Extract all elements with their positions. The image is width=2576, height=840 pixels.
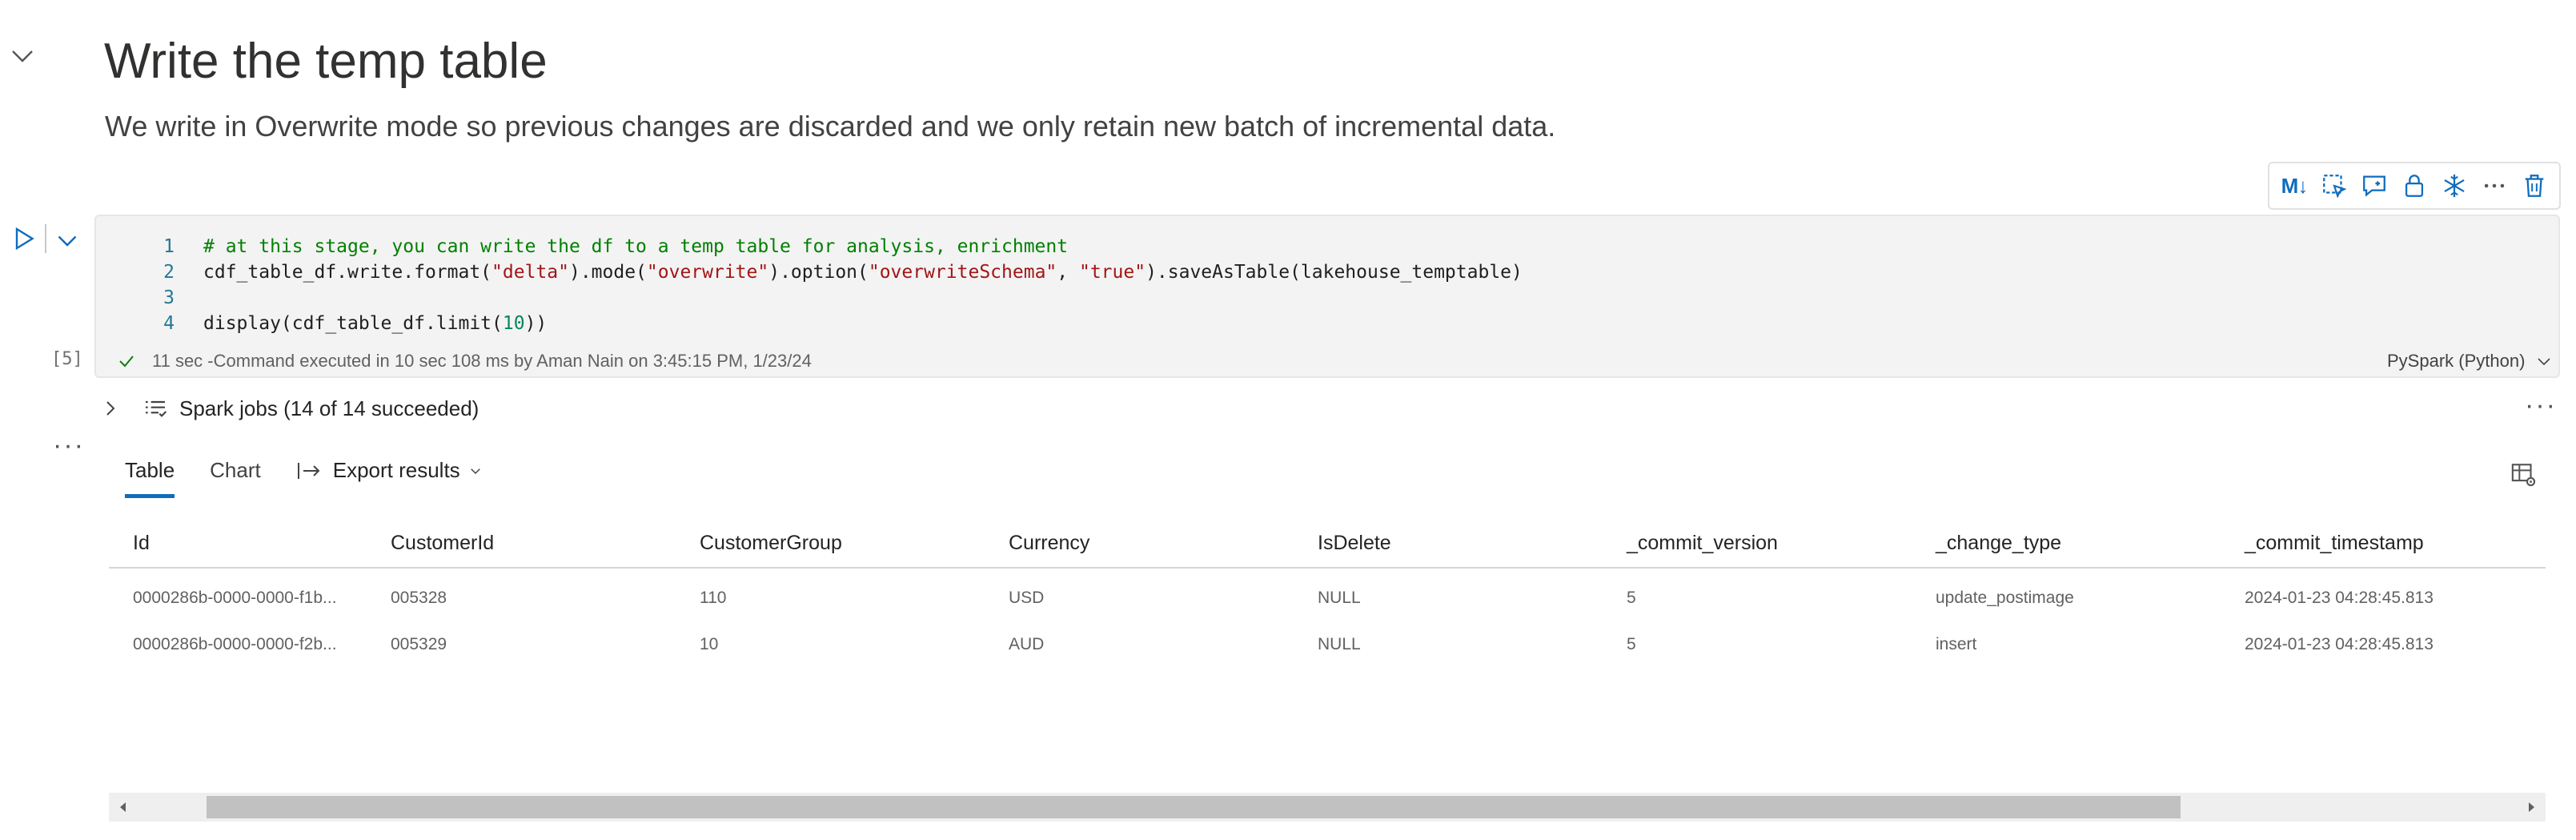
chevron-down-icon <box>58 235 77 247</box>
table-cell[interactable]: update_postimage <box>1912 568 2221 621</box>
line-number: 1 <box>163 236 175 257</box>
scroll-right-icon[interactable] <box>2523 799 2539 815</box>
execution-count: [5] <box>51 349 83 369</box>
export-results-label: Export results <box>332 458 460 482</box>
results-table: Id CustomerId CustomerGroup Currency IsDelet… <box>109 519 2546 668</box>
line-number: 3 <box>163 287 175 308</box>
code-line: 3 <box>144 285 203 311</box>
code-token: ).saveAsTable(lakehouse_temptable) <box>1146 262 1523 283</box>
code-token: cdf_table_df.write.format( <box>203 262 492 283</box>
column-header[interactable]: Currency <box>985 519 1294 569</box>
table-header-row: Id CustomerId CustomerGroup Currency IsDelet… <box>109 519 2546 569</box>
code-token: , <box>1057 262 1079 283</box>
table-cell[interactable]: 0000286b-0000-0000-f2b... <box>109 621 367 668</box>
export-arrow-icon <box>297 462 320 479</box>
spark-more-icon[interactable]: ··· <box>2525 392 2557 419</box>
delete-cell-button[interactable] <box>2517 168 2552 203</box>
column-header[interactable]: _commit_version <box>1603 519 1912 569</box>
code-token: ).option( <box>768 262 869 283</box>
code-token: )) <box>524 313 548 334</box>
line-number: 4 <box>163 313 175 334</box>
output-more-icon[interactable]: ··· <box>53 432 85 459</box>
scrollbar-thumb[interactable] <box>207 796 2181 818</box>
trash-icon <box>2525 175 2544 197</box>
convert-to-markdown-button[interactable]: M↓ <box>2277 168 2312 203</box>
code-token: 10 <box>502 313 525 334</box>
lock-icon <box>2405 175 2424 197</box>
export-results-button[interactable]: Export results <box>296 458 483 494</box>
table-cell[interactable]: 2024-01-23 04:28:45.813 <box>2221 621 2546 668</box>
table-cell[interactable]: 5 <box>1603 621 1912 668</box>
collapse-section-chevron-icon[interactable] <box>8 42 37 70</box>
language-label: PySpark (Python) <box>2387 351 2526 371</box>
table-cell[interactable]: 10 <box>676 621 985 668</box>
column-header[interactable]: CustomerId <box>367 519 676 569</box>
code-token: "overwrite" <box>646 262 769 283</box>
add-comment-button[interactable] <box>2357 168 2392 203</box>
success-check-icon <box>119 356 134 368</box>
column-header[interactable]: CustomerGroup <box>676 519 985 569</box>
markdown-icon: M↓ <box>2281 173 2309 198</box>
chevron-right-icon <box>106 401 115 416</box>
table-cell[interactable]: USD <box>985 568 1294 621</box>
play-icon <box>15 227 34 251</box>
chevron-down-icon <box>470 468 480 474</box>
table-cell[interactable]: 005328 <box>367 568 676 621</box>
execution-status: 11 sec -Command executed in 10 sec 108 m… <box>117 349 812 373</box>
code-token: ).mode( <box>568 262 647 283</box>
code-token: "true" <box>1078 262 1146 283</box>
lock-cell-button[interactable] <box>2397 168 2432 203</box>
scroll-left-icon[interactable] <box>115 799 131 815</box>
code-line: 4 display(cdf_table_df.limit(10)) <box>144 311 547 336</box>
snowflake-icon <box>2444 174 2465 198</box>
code-line: 1 # at this stage, you can write the df t… <box>144 234 1068 259</box>
spark-jobs-label: Spark jobs (14 of 14 succeeded) <box>179 396 479 420</box>
task-list-icon <box>146 400 167 417</box>
table-cell[interactable]: 110 <box>676 568 985 621</box>
tab-chart[interactable]: Chart <box>210 458 261 494</box>
chevron-down-icon <box>2538 358 2550 366</box>
section-title: Write the temp table <box>104 34 548 89</box>
table-cell[interactable]: NULL <box>1294 621 1603 668</box>
column-header[interactable]: _change_type <box>1912 519 2221 569</box>
table-cell[interactable]: 2024-01-23 04:28:45.813 <box>2221 568 2546 621</box>
code-token: "overwriteSchema" <box>868 262 1057 283</box>
tab-table[interactable]: Table <box>125 458 175 498</box>
select-cell-icon <box>2323 175 2347 199</box>
comment-add-icon <box>2363 175 2385 197</box>
execution-status-text: 11 sec -Command executed in 10 sec 108 m… <box>152 351 812 371</box>
spark-jobs-toggle[interactable]: Spark jobs (14 of 14 succeeded) <box>102 392 479 424</box>
select-cell-button[interactable] <box>2317 168 2352 203</box>
code-token: # at this stage, you can write the df to… <box>203 236 1069 257</box>
table-cell[interactable]: AUD <box>985 621 1294 668</box>
line-number: 2 <box>163 262 175 283</box>
table-cell[interactable]: 005329 <box>367 621 676 668</box>
cell-toolbar: M↓ <box>2268 162 2561 210</box>
table-cell[interactable]: 5 <box>1603 568 1912 621</box>
language-selector[interactable]: PySpark (Python) <box>2387 349 2554 373</box>
table-row: 0000286b-0000-0000-f2b... 005329 10 AUD NULL… <box>109 621 2546 668</box>
more-horizontal-icon <box>2484 183 2505 188</box>
table-cell[interactable]: 0000286b-0000-0000-f1b... <box>109 568 367 621</box>
run-options-dropdown[interactable] <box>53 226 82 255</box>
table-settings-icon[interactable] <box>2510 461 2538 488</box>
table-row: 0000286b-0000-0000-f1b... 005328 110 USD NUL… <box>109 568 2546 621</box>
column-header[interactable]: IsDelete <box>1294 519 1603 569</box>
code-token: display(cdf_table_df.limit( <box>203 313 503 334</box>
freeze-cell-button[interactable] <box>2437 168 2472 203</box>
column-header[interactable]: _commit_timestamp <box>2221 519 2546 569</box>
section-description: We write in Overwrite mode so previous c… <box>105 110 1556 143</box>
table-cell[interactable]: insert <box>1912 621 2221 668</box>
run-cell-button[interactable] <box>10 224 38 253</box>
table-cell[interactable]: NULL <box>1294 568 1603 621</box>
more-options-button[interactable] <box>2477 168 2512 203</box>
code-token: "delta" <box>492 262 569 283</box>
code-line: 2 cdf_table_df.write.format("delta").mode… <box>144 259 1523 285</box>
output-tabs: Table Chart Export results <box>125 458 518 506</box>
column-header[interactable]: Id <box>109 519 367 569</box>
gutter-divider <box>45 224 46 253</box>
horizontal-scrollbar[interactable] <box>109 793 2546 822</box>
